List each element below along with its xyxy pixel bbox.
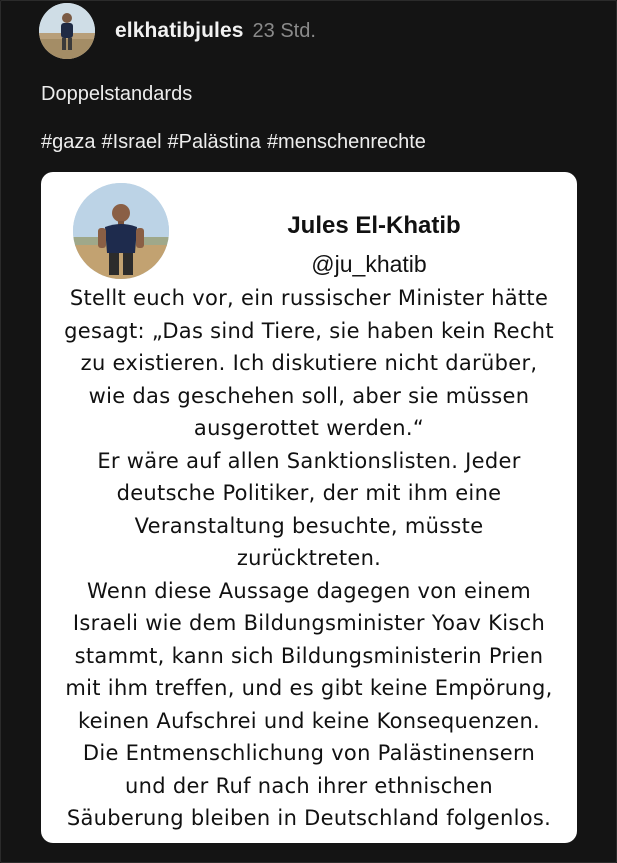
card-text-line: gesagt: „Das sind Tiere, sie haben kein …	[64, 318, 554, 343]
card-text-line: Er wäre auf allen Sanktionslisten. Jeder	[97, 448, 521, 473]
hashtag-palaestina[interactable]: #Palästina	[168, 131, 261, 154]
card-text: Stellt euch vor, ein russischer Minister…	[47, 282, 571, 835]
card-text-line: mit ihm treffen, und es gibt keine Empör…	[65, 676, 553, 700]
card-text-line: Israeli wie dem Bildungsminister Yoav Ki…	[72, 611, 546, 635]
card-text-line: Veranstaltung besuchte, müsste	[134, 513, 484, 538]
avatar[interactable]	[39, 3, 95, 59]
post-frame: elkhatibjules 23 Std. Doppelstandards #g…	[0, 0, 617, 863]
card-author-handle: @ju_khatib	[311, 251, 427, 277]
profile-photo	[39, 3, 95, 59]
hashtag-menschenrechte[interactable]: #menschenrechte	[267, 131, 426, 154]
card-text-line: ausgerottet werden.“	[193, 416, 425, 440]
card-text-line: zurücktreten.	[236, 546, 382, 570]
post-image-card[interactable]: Jules El-Khatib @ju_khatib Stellt euch v…	[41, 172, 577, 843]
card-text-line: und der Ruf nach ihrer ethnischen	[125, 773, 493, 798]
post-header: elkhatibjules 23 Std.	[39, 3, 316, 59]
post-username[interactable]: elkhatibjules	[115, 19, 244, 43]
card-text-line: zu existieren. Ich diskutiere nicht darü…	[80, 351, 538, 375]
card-text-line: stammt, kann sich Bildungsministerin Pri…	[74, 643, 544, 668]
card-text-line: deutsche Politiker, der mit ihm eine	[116, 481, 502, 505]
card-author-name: Jules El-Khatib	[287, 212, 461, 239]
card-text-line: Wenn diese Aussage dagegen von einem	[87, 578, 531, 603]
card-text-line: wie das geschehen soll, aber sie müssen	[88, 383, 530, 408]
post-caption: Doppelstandards	[41, 83, 193, 105]
post-timestamp: 23 Std.	[252, 19, 316, 42]
card-text-line: Säuberung bleiben in Deutschland folgenl…	[66, 806, 552, 830]
hashtag-list: #gaza #Israel #Palästina #menschenrechte	[41, 131, 426, 154]
card-text-line: Die Entmenschlichung von Palästinensern	[82, 741, 536, 765]
hashtag-israel[interactable]: #Israel	[102, 131, 162, 154]
card-text-line: keinen Aufschrei und keine Konsequenzen.	[77, 708, 541, 733]
hashtag-gaza[interactable]: #gaza	[41, 131, 96, 154]
card-text-line: Stellt euch vor, ein russischer Minister…	[69, 286, 549, 310]
